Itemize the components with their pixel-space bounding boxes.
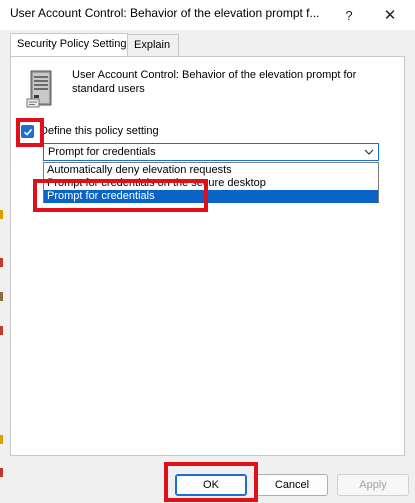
apply-button[interactable]: Apply	[337, 474, 409, 496]
strip-mark	[0, 292, 3, 301]
cancel-button[interactable]: Cancel	[256, 474, 328, 496]
tab-explain[interactable]: Explain	[127, 34, 179, 56]
dropdown-option-secure-desktop[interactable]: Prompt for credentials on the secure des…	[44, 177, 378, 190]
define-setting-checkbox[interactable]	[21, 125, 34, 138]
elevation-behavior-select[interactable]: Prompt for credentials	[43, 143, 379, 161]
window-title: User Account Control: Behavior of the el…	[10, 6, 320, 20]
policy-title: User Account Control: Behavior of the el…	[72, 69, 357, 95]
dropdown-option-prompt-credentials[interactable]: Prompt for credentials	[44, 190, 378, 203]
dropdown-option-deny[interactable]: Automatically deny elevation requests	[44, 164, 378, 177]
chevron-down-icon[interactable]	[364, 146, 374, 158]
strip-mark	[0, 435, 3, 444]
strip-mark	[0, 326, 3, 335]
define-setting-label: Define this policy setting	[40, 125, 159, 137]
server-tower-icon	[26, 70, 52, 108]
close-button[interactable]: ✕	[376, 3, 404, 27]
ok-button[interactable]: OK	[175, 474, 247, 496]
title-bar: User Account Control: Behavior of the el…	[0, 0, 415, 30]
dropdown-list: Automatically deny elevation requests Pr…	[43, 162, 379, 203]
select-value: Prompt for credentials	[48, 146, 156, 158]
strip-mark	[0, 210, 3, 219]
checkmark-icon	[23, 128, 32, 136]
left-edge-strip	[0, 30, 4, 503]
policy-properties-dialog: User Account Control: Behavior of the el…	[0, 0, 415, 503]
settings-panel: User Account Control: Behavior of the el…	[10, 56, 405, 456]
help-button[interactable]: ?	[335, 3, 363, 27]
strip-mark	[0, 258, 3, 267]
tab-security-policy-setting[interactable]: Security Policy Setting	[10, 33, 128, 56]
strip-mark	[0, 468, 3, 477]
